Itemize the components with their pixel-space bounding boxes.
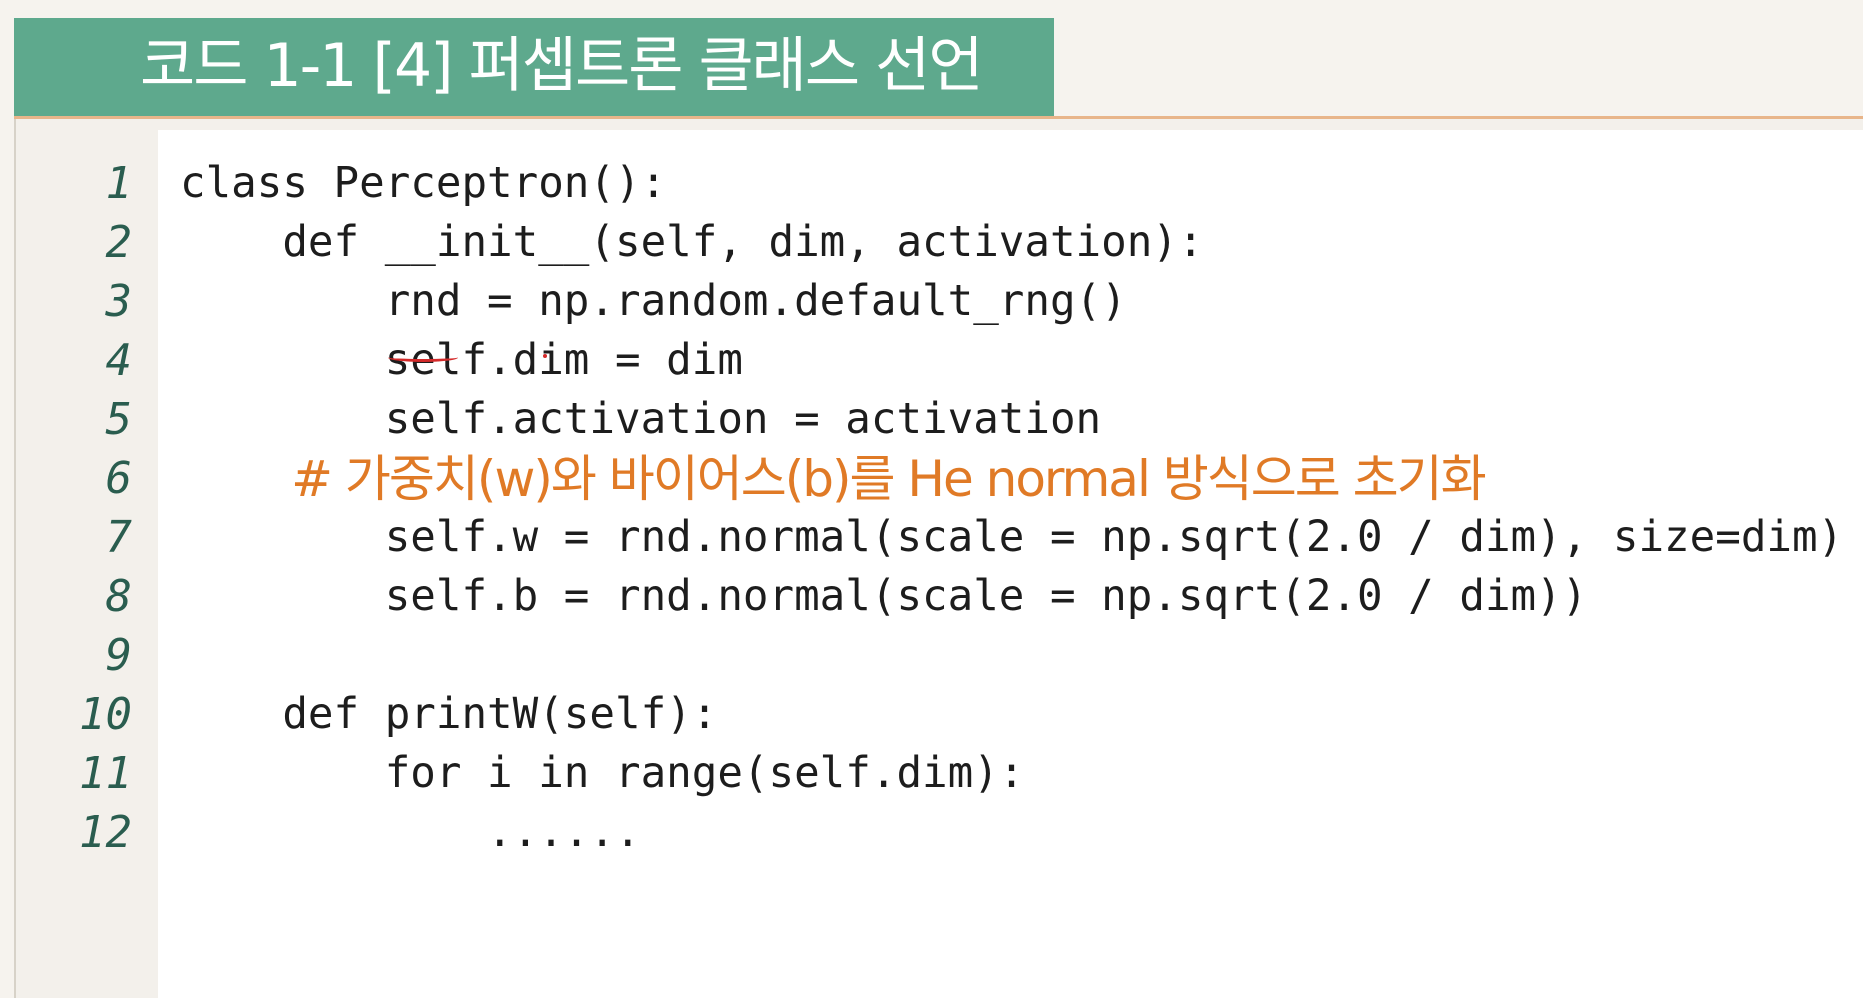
code-line: self.b = rnd.normal(scale = np.sqrt(2.0 … <box>180 572 1588 621</box>
code-line: ...... <box>180 808 641 857</box>
line-number: 5 <box>105 394 133 445</box>
line-number: 10 <box>79 689 132 740</box>
line-number: 9 <box>105 630 133 681</box>
code-line: self.activation = activation <box>180 395 1102 444</box>
code-line: def __init__(self, dim, activation): <box>180 218 1204 267</box>
line-number: 2 <box>105 217 133 268</box>
handwritten-underline-mark <box>388 353 458 362</box>
code-line: for i in range(self.dim): <box>180 749 1025 798</box>
line-number: 11 <box>79 748 132 799</box>
line-number: 6 <box>105 453 133 504</box>
line-number: 8 <box>105 571 133 622</box>
line-number: 3 <box>105 276 133 327</box>
code-line: rnd = np.random.default_rng() <box>180 277 1127 326</box>
code-title-banner: 코드 1-1 [4] 퍼셉트론 클래스 선언 <box>14 18 1054 116</box>
line-number: 12 <box>79 807 132 858</box>
handwritten-dot-mark <box>543 354 547 358</box>
line-number: 4 <box>105 335 133 386</box>
code-line: self.dim = dim <box>180 336 743 385</box>
code-line: def printW(self): <box>180 690 718 739</box>
line-number: 7 <box>105 512 133 563</box>
code-line: class Perceptron(): <box>180 159 667 208</box>
code-title: 코드 1-1 [4] 퍼셉트론 클래스 선언 <box>140 31 984 101</box>
line-number: 1 <box>105 158 133 209</box>
code-line: self.w = rnd.normal(scale = np.sqrt(2.0 … <box>180 513 1844 562</box>
code-comment-line: # 가중치(w)와 바이어스(b)를 He normal 방식으로 초기화 <box>180 450 1486 508</box>
